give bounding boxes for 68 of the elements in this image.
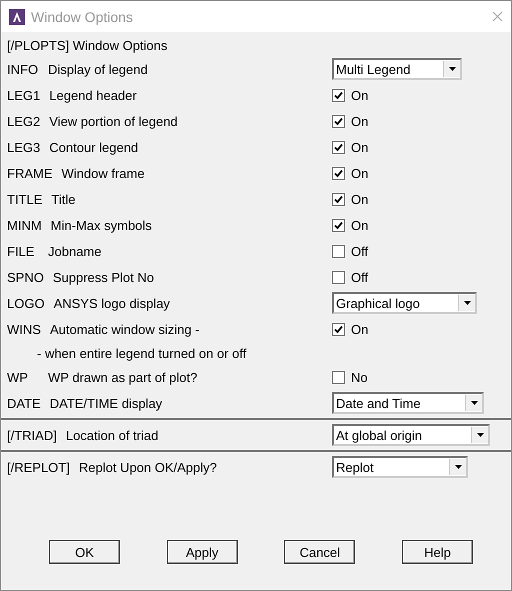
dialog-button[interactable]: Apply (166, 540, 238, 564)
checkbox-label: Off (351, 244, 368, 258)
checkbox-label: On (351, 166, 368, 180)
dialog-button[interactable]: Cancel (284, 540, 356, 564)
option-code: LEG2 (7, 114, 40, 128)
checkbox[interactable] (332, 192, 345, 206)
option-label: DATE/TIME display (50, 396, 162, 410)
checkbox-label: On (351, 322, 368, 336)
option-label: Min-Max symbols (50, 218, 152, 232)
caret-icon (470, 401, 478, 405)
option-label: Automatic window sizing - (50, 322, 200, 336)
option-code: DATE (7, 396, 41, 410)
option-code: FILE (7, 244, 36, 258)
checkbox[interactable] (332, 166, 345, 180)
option-code: [/REPLOT] (7, 460, 70, 474)
option-label: Display of legend (48, 62, 148, 76)
window-title: Window Options (31, 8, 134, 24)
section-heading: [/PLOPTS] Window Options (7, 38, 168, 52)
option-code: FRAME (7, 166, 52, 180)
checkbox[interactable] (332, 244, 345, 258)
option-label: Location of triad (66, 428, 158, 442)
option-code: LEG1 (7, 88, 40, 102)
option-code: LOGO (7, 296, 45, 310)
caret-icon (454, 465, 462, 469)
option-label: Suppress Plot No (52, 270, 154, 284)
caret-icon (476, 433, 484, 437)
dropdown[interactable]: Multi Legend (332, 58, 462, 80)
option-code: MINM (7, 218, 42, 232)
option-code: INFO (7, 62, 39, 76)
option-code: LEG3 (7, 140, 40, 154)
app-logo-icon (9, 8, 25, 24)
option-code: TITLE (7, 192, 42, 206)
checkbox[interactable] (332, 322, 345, 336)
option-label: ANSYS logo display (54, 296, 170, 310)
option-label: Legend header (49, 88, 137, 102)
caret-icon (464, 301, 470, 305)
checkbox-label: On (351, 192, 368, 206)
option-code: WINS (7, 322, 41, 336)
option-label: Contour legend (49, 140, 138, 154)
option-label: WP drawn as part of plot? (48, 370, 198, 384)
checkbox[interactable] (332, 140, 345, 154)
dialog-button[interactable]: OK (49, 540, 120, 564)
option-label: Window frame (62, 166, 145, 180)
option-label: Title (51, 192, 76, 206)
checkbox[interactable] (332, 218, 345, 232)
option-label: Jobname (48, 244, 102, 258)
dropdown[interactable]: Date and Time (332, 392, 484, 414)
checkbox-label: Off (351, 270, 368, 284)
checkbox[interactable] (332, 370, 345, 384)
checkbox-label: No (351, 370, 368, 384)
option-code: SPNO (7, 270, 44, 284)
dropdown[interactable]: Graphical logo (332, 292, 477, 314)
dialog-button[interactable]: Help (402, 540, 473, 564)
dropdown[interactable]: Replot (332, 456, 468, 478)
checkbox-label: On (351, 114, 368, 128)
checkbox-label: On (351, 88, 368, 102)
checkbox-label: On (351, 218, 368, 232)
checkbox[interactable] (332, 114, 345, 128)
option-note: - when entire legend turned on or off (36, 346, 246, 360)
dropdown[interactable]: At global origin (332, 424, 490, 446)
checkbox[interactable] (332, 270, 345, 284)
option-code: WP (7, 370, 29, 384)
option-label: View portion of legend (49, 114, 178, 128)
checkbox[interactable] (332, 88, 345, 102)
option-label: Replot Upon OK/Apply? (78, 460, 217, 474)
option-code: [/TRIAD] (7, 428, 57, 442)
caret-icon (448, 67, 456, 71)
checkbox-label: On (351, 140, 368, 154)
